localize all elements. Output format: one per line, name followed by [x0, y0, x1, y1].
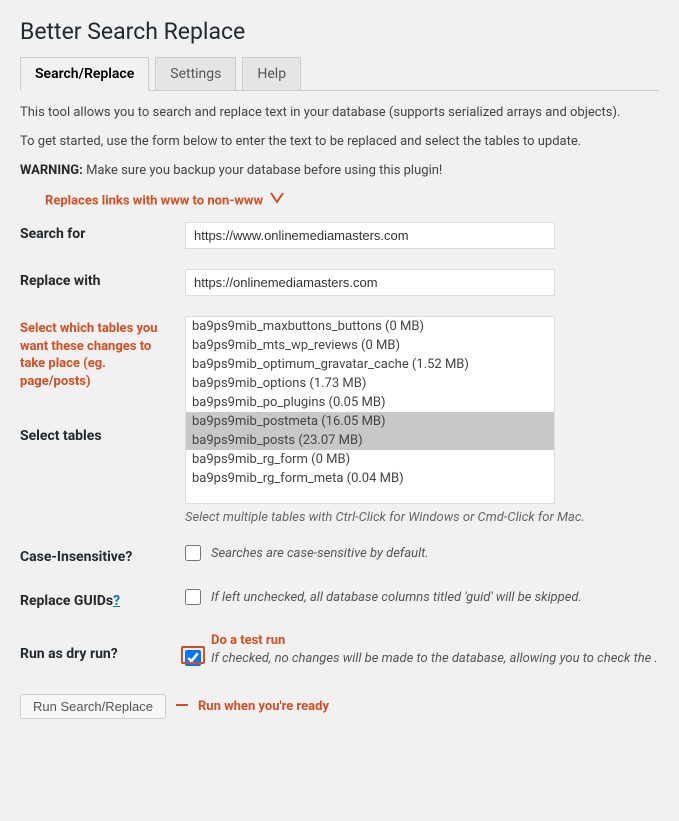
tables-hint: Select multiple tables with Ctrl-Click f…: [185, 510, 659, 525]
tab-settings[interactable]: Settings: [155, 57, 236, 91]
replace-label: Replace with: [20, 259, 185, 306]
table-option[interactable]: ba9ps9mib_rg_form_meta (0.04 MB): [186, 469, 554, 488]
annotation-www: Replaces links with www to non-www: [45, 192, 659, 210]
guids-desc: If left unchecked, all database columns …: [211, 590, 582, 605]
case-checkbox[interactable]: [185, 545, 201, 561]
table-option[interactable]: ba9ps9mib_rg_form (0 MB): [186, 450, 554, 469]
table-option[interactable]: ba9ps9mib_posts (23.07 MB): [186, 431, 554, 450]
dryrun-checkbox[interactable]: [185, 650, 201, 666]
table-option[interactable]: ba9ps9mib_maxbuttons_buttons (0 MB): [186, 317, 554, 336]
tables-label: Select tables: [20, 428, 175, 444]
intro-line-2: To get started, use the form below to en…: [20, 134, 659, 149]
search-input[interactable]: [185, 222, 555, 249]
case-label: Case-Insensitive?: [20, 535, 185, 579]
annotation-arrow-icon: [270, 192, 284, 210]
table-option[interactable]: ba9ps9mib_po_plugins (0.05 MB): [186, 393, 554, 412]
annotation-dryrun: Do a test run: [211, 633, 659, 648]
dryrun-desc: If checked, no changes will be made to t…: [211, 651, 658, 666]
table-option[interactable]: ba9ps9mib_postmeta (16.05 MB): [186, 412, 554, 431]
run-search-replace-button[interactable]: Run Search/Replace: [20, 694, 166, 719]
table-option[interactable]: ba9ps9mib_options (1.73 MB): [186, 374, 554, 393]
tab-search-replace[interactable]: Search/Replace: [20, 57, 149, 91]
guids-label: Replace GUIDs: [20, 593, 113, 609]
page-title: Better Search Replace: [20, 0, 659, 57]
annotation-submit: Run when you're ready: [198, 699, 329, 714]
table-option[interactable]: ba9ps9mib_optimum_gravatar_cache (1.52 M…: [186, 355, 554, 374]
intro-text: This tool allows you to search and repla…: [20, 105, 659, 178]
case-desc: Searches are case-sensitive by default.: [211, 546, 429, 561]
replace-input[interactable]: [185, 269, 555, 296]
intro-warning: WARNING: Make sure you backup your datab…: [20, 163, 659, 178]
dryrun-label: Run as dry run?: [20, 623, 185, 676]
search-label: Search for: [20, 212, 185, 259]
annotation-tables: Select which tables you want these chang…: [20, 320, 175, 390]
tabs: Search/Replace Settings Help: [20, 57, 659, 91]
warning-text: Make sure you backup your database befor…: [83, 163, 442, 178]
tab-help[interactable]: Help: [242, 57, 301, 91]
guids-help-link[interactable]: ?: [113, 593, 120, 609]
warning-label: WARNING:: [20, 163, 83, 178]
table-option[interactable]: ba9ps9mib_mts_wp_reviews (0 MB): [186, 336, 554, 355]
tables-listbox[interactable]: ba9ps9mib_maxbuttons_buttons (0 MB)ba9ps…: [185, 316, 555, 504]
guids-checkbox[interactable]: [185, 589, 201, 605]
intro-line-1: This tool allows you to search and repla…: [20, 105, 659, 120]
annotation-arrow-icon: [176, 699, 188, 714]
